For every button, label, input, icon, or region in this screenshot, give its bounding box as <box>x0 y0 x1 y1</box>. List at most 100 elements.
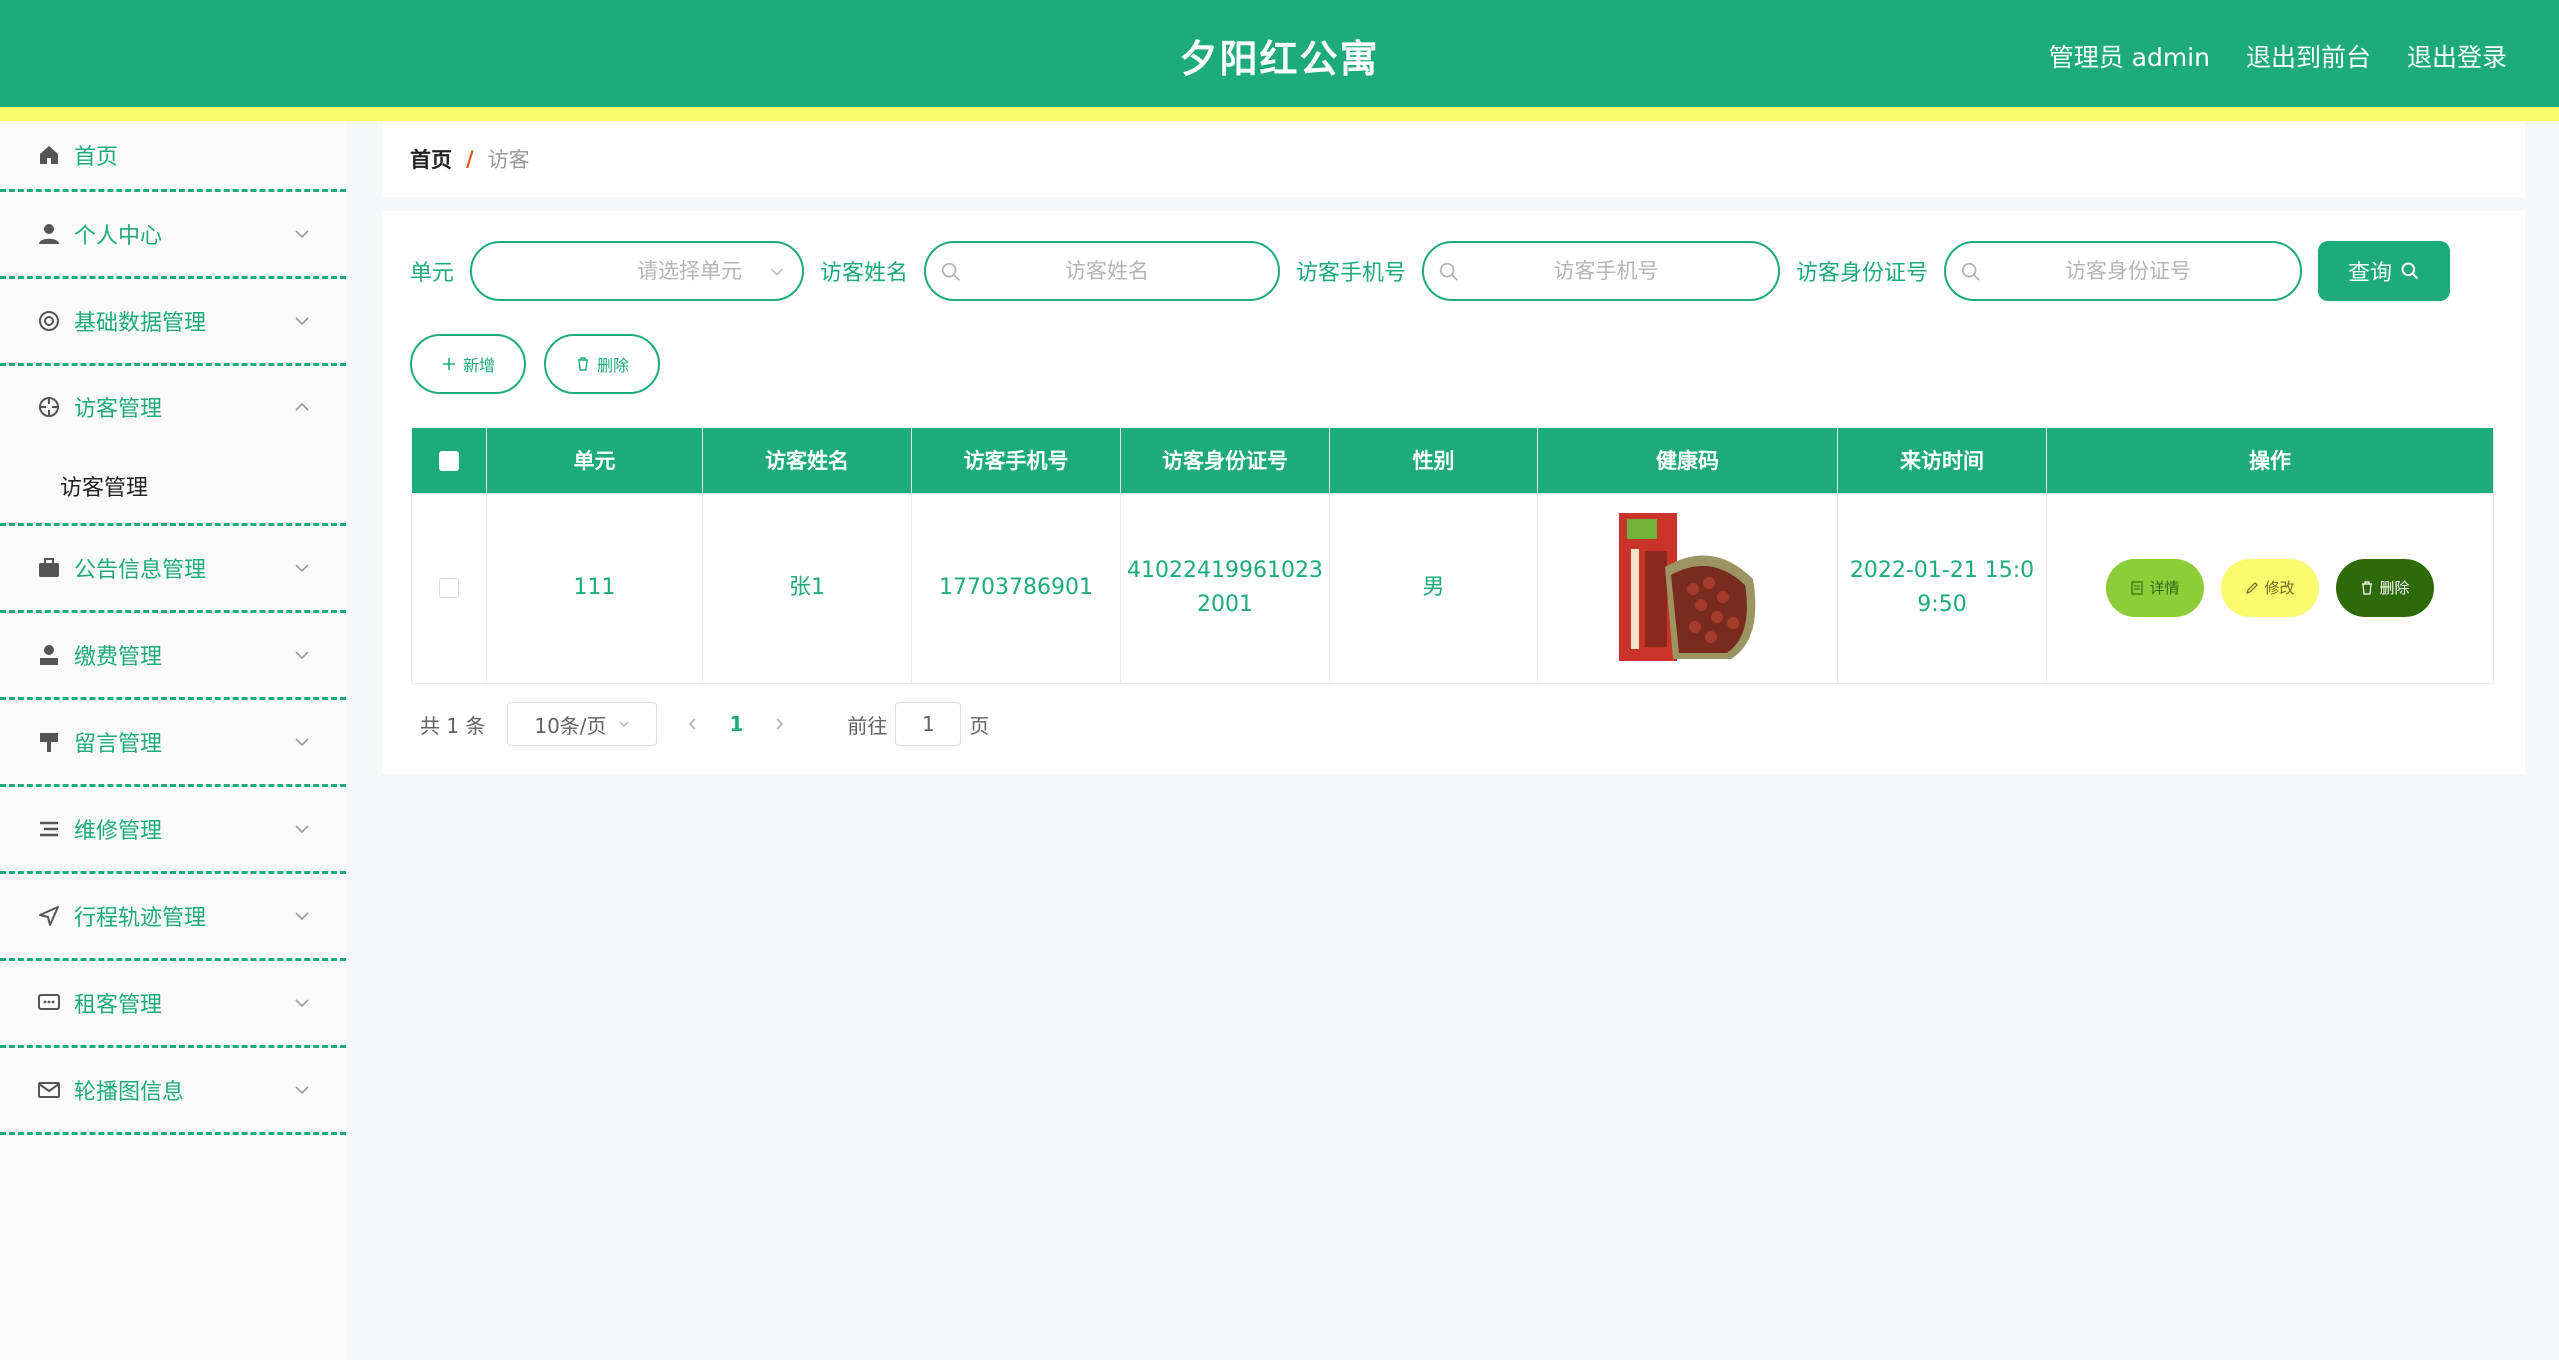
health-code-image[interactable] <box>1613 509 1763 667</box>
unit-select[interactable] <box>470 241 805 301</box>
edit-button-label: 修改 <box>2264 579 2295 597</box>
lifebuoy-icon <box>36 308 62 334</box>
search-bar: 单元 访客姓名 访客手机号 访客身份证号 查询 <box>410 241 2451 301</box>
column-header: 操作 <box>2046 428 2494 493</box>
visitor-phone-input[interactable] <box>1424 243 1779 299</box>
visitor-phone-field[interactable] <box>1422 241 1781 301</box>
visitor-idcard-field[interactable] <box>1944 241 2303 301</box>
sidebar-item-visitor-management[interactable]: 访客管理 <box>0 366 346 448</box>
chat-icon <box>36 990 62 1016</box>
row-checkbox[interactable] <box>439 578 459 598</box>
send-icon <box>36 903 62 929</box>
sidebar-item-personal-center[interactable]: 个人中心 <box>0 192 346 279</box>
page-size-value: 10条/页 <box>534 713 607 738</box>
select-all-checkbox[interactable] <box>438 451 459 472</box>
column-header[interactable]: 性别 <box>1329 428 1538 493</box>
chevron-down-icon <box>295 564 309 573</box>
visitor-phone-label: 访客手机号 <box>1296 261 1407 286</box>
sidebar-subitem-visitor-management[interactable]: 访客管理 <box>0 448 346 526</box>
visitor-phone-cell: 17703786901 <box>911 492 1121 684</box>
sidebar-item-label: 轮播图信息 <box>74 1080 185 1105</box>
row-delete-button-label: 删除 <box>2379 579 2410 597</box>
batch-delete-button[interactable]: 删除 <box>544 334 660 394</box>
visitor-idcard-input[interactable] <box>1946 243 2301 299</box>
visitor-name-input[interactable] <box>926 243 1279 299</box>
chevron-down-icon <box>771 268 783 276</box>
operations-cell: 详情 修改 删除 <box>2046 492 2494 684</box>
chevron-down-icon <box>295 1086 309 1095</box>
visitor-name-label: 访客姓名 <box>820 261 909 286</box>
column-header[interactable]: 访客手机号 <box>911 428 1121 493</box>
column-header[interactable]: 访客身份证号 <box>1120 428 1330 493</box>
add-button[interactable]: 新增 <box>410 334 526 394</box>
prev-page-icon[interactable] <box>685 716 701 732</box>
pencil-icon <box>2246 582 2259 594</box>
exit-to-frontend-link[interactable]: 退出到前台 <box>2246 38 2371 74</box>
header-accent-stripe <box>0 107 2559 121</box>
unit-select-input[interactable] <box>472 243 803 299</box>
visitor-list-panel: 单元 访客姓名 访客手机号 访客身份证号 查询 新增 <box>382 211 2525 774</box>
trash-icon <box>2362 581 2373 595</box>
page-number-current[interactable]: 1 <box>729 712 743 736</box>
sidebar-item-base-data[interactable]: 基础数据管理 <box>0 279 346 366</box>
sidebar-item-label: 留言管理 <box>74 732 163 757</box>
breadcrumb-home[interactable]: 首页 <box>410 144 452 174</box>
health-code-cell <box>1537 492 1838 684</box>
query-button-label: 查询 <box>2348 261 2393 286</box>
column-header[interactable]: 健康码 <box>1537 428 1838 493</box>
goto-label: 前往 <box>847 713 888 738</box>
chevron-up-icon <box>295 402 309 411</box>
document-icon <box>2131 581 2144 595</box>
query-button[interactable]: 查询 <box>2318 241 2451 301</box>
admin-user-label[interactable]: 管理员 admin <box>2049 38 2210 74</box>
sidebar-item-label: 租客管理 <box>74 993 163 1018</box>
sidebar-item-announcement[interactable]: 公告信息管理 <box>0 526 346 613</box>
next-page-icon[interactable] <box>771 716 787 732</box>
home-icon <box>36 142 62 168</box>
breadcrumb-current: 访客 <box>487 148 530 172</box>
briefcase-icon <box>36 555 62 581</box>
sidebar: 首页 个人中心 基础数据管理 访客管理 访客管理 公告信息管理 缴费管理 留言管… <box>0 121 346 1360</box>
chevron-down-icon <box>295 999 309 1008</box>
sidebar-item-home[interactable]: 首页 <box>0 121 346 192</box>
column-header[interactable]: 来访时间 <box>1837 428 2047 493</box>
unit-cell: 111 <box>486 492 703 684</box>
chevron-down-icon <box>295 651 309 660</box>
visitor-table: 单元 访客姓名 访客手机号 访客身份证号 性别 健康码 来访时间 操作 111 … <box>411 428 2494 684</box>
visitor-idcard-cell: 41022419961023 2001 <box>1120 492 1330 684</box>
column-header[interactable]: 访客姓名 <box>702 428 912 493</box>
page-size-select[interactable]: 10条/页 <box>507 702 658 746</box>
visitor-idcard-label: 访客身份证号 <box>1796 261 1929 286</box>
sidebar-item-label: 维修管理 <box>74 819 163 844</box>
total-count: 共 1 条 <box>420 713 486 738</box>
row-delete-button[interactable]: 删除 <box>2336 559 2434 617</box>
page-suffix-label: 页 <box>969 713 990 738</box>
sidebar-item-label: 基础数据管理 <box>74 311 207 336</box>
list-icon <box>36 816 62 842</box>
sidebar-item-repair[interactable]: 维修管理 <box>0 787 346 874</box>
action-buttons: 新增 删除 <box>410 334 660 394</box>
plus-icon <box>442 358 455 370</box>
chevron-down-icon <box>295 230 309 239</box>
logout-link[interactable]: 退出登录 <box>2407 38 2507 74</box>
visit-time-line-1: 2022-01-21 15:0 <box>1849 558 2035 583</box>
detail-button[interactable]: 详情 <box>2106 559 2204 617</box>
sidebar-item-carousel[interactable]: 轮播图信息 <box>0 1048 346 1135</box>
sidebar-item-tenants[interactable]: 租客管理 <box>0 961 346 1048</box>
sidebar-item-label: 行程轨迹管理 <box>74 906 207 931</box>
search-icon <box>2401 262 2419 280</box>
chevron-down-icon <box>295 912 309 921</box>
visitor-name-field[interactable] <box>924 241 1281 301</box>
batch-delete-button-label: 删除 <box>596 356 629 375</box>
sidebar-item-payment[interactable]: 缴费管理 <box>0 613 346 700</box>
gender-cell: 男 <box>1329 492 1538 684</box>
sidebar-item-messages[interactable]: 留言管理 <box>0 700 346 787</box>
row-select-cell <box>411 492 487 684</box>
sidebar-item-label: 首页 <box>74 145 119 170</box>
goto-page-input[interactable]: 1 <box>895 702 962 746</box>
pagination: 共 1 条 10条/页 1 前往 1 页 <box>420 702 989 746</box>
sidebar-item-trip-track[interactable]: 行程轨迹管理 <box>0 874 346 961</box>
edit-button[interactable]: 修改 <box>2221 559 2319 617</box>
column-header[interactable]: 单元 <box>486 428 703 493</box>
trash-icon <box>577 357 588 371</box>
